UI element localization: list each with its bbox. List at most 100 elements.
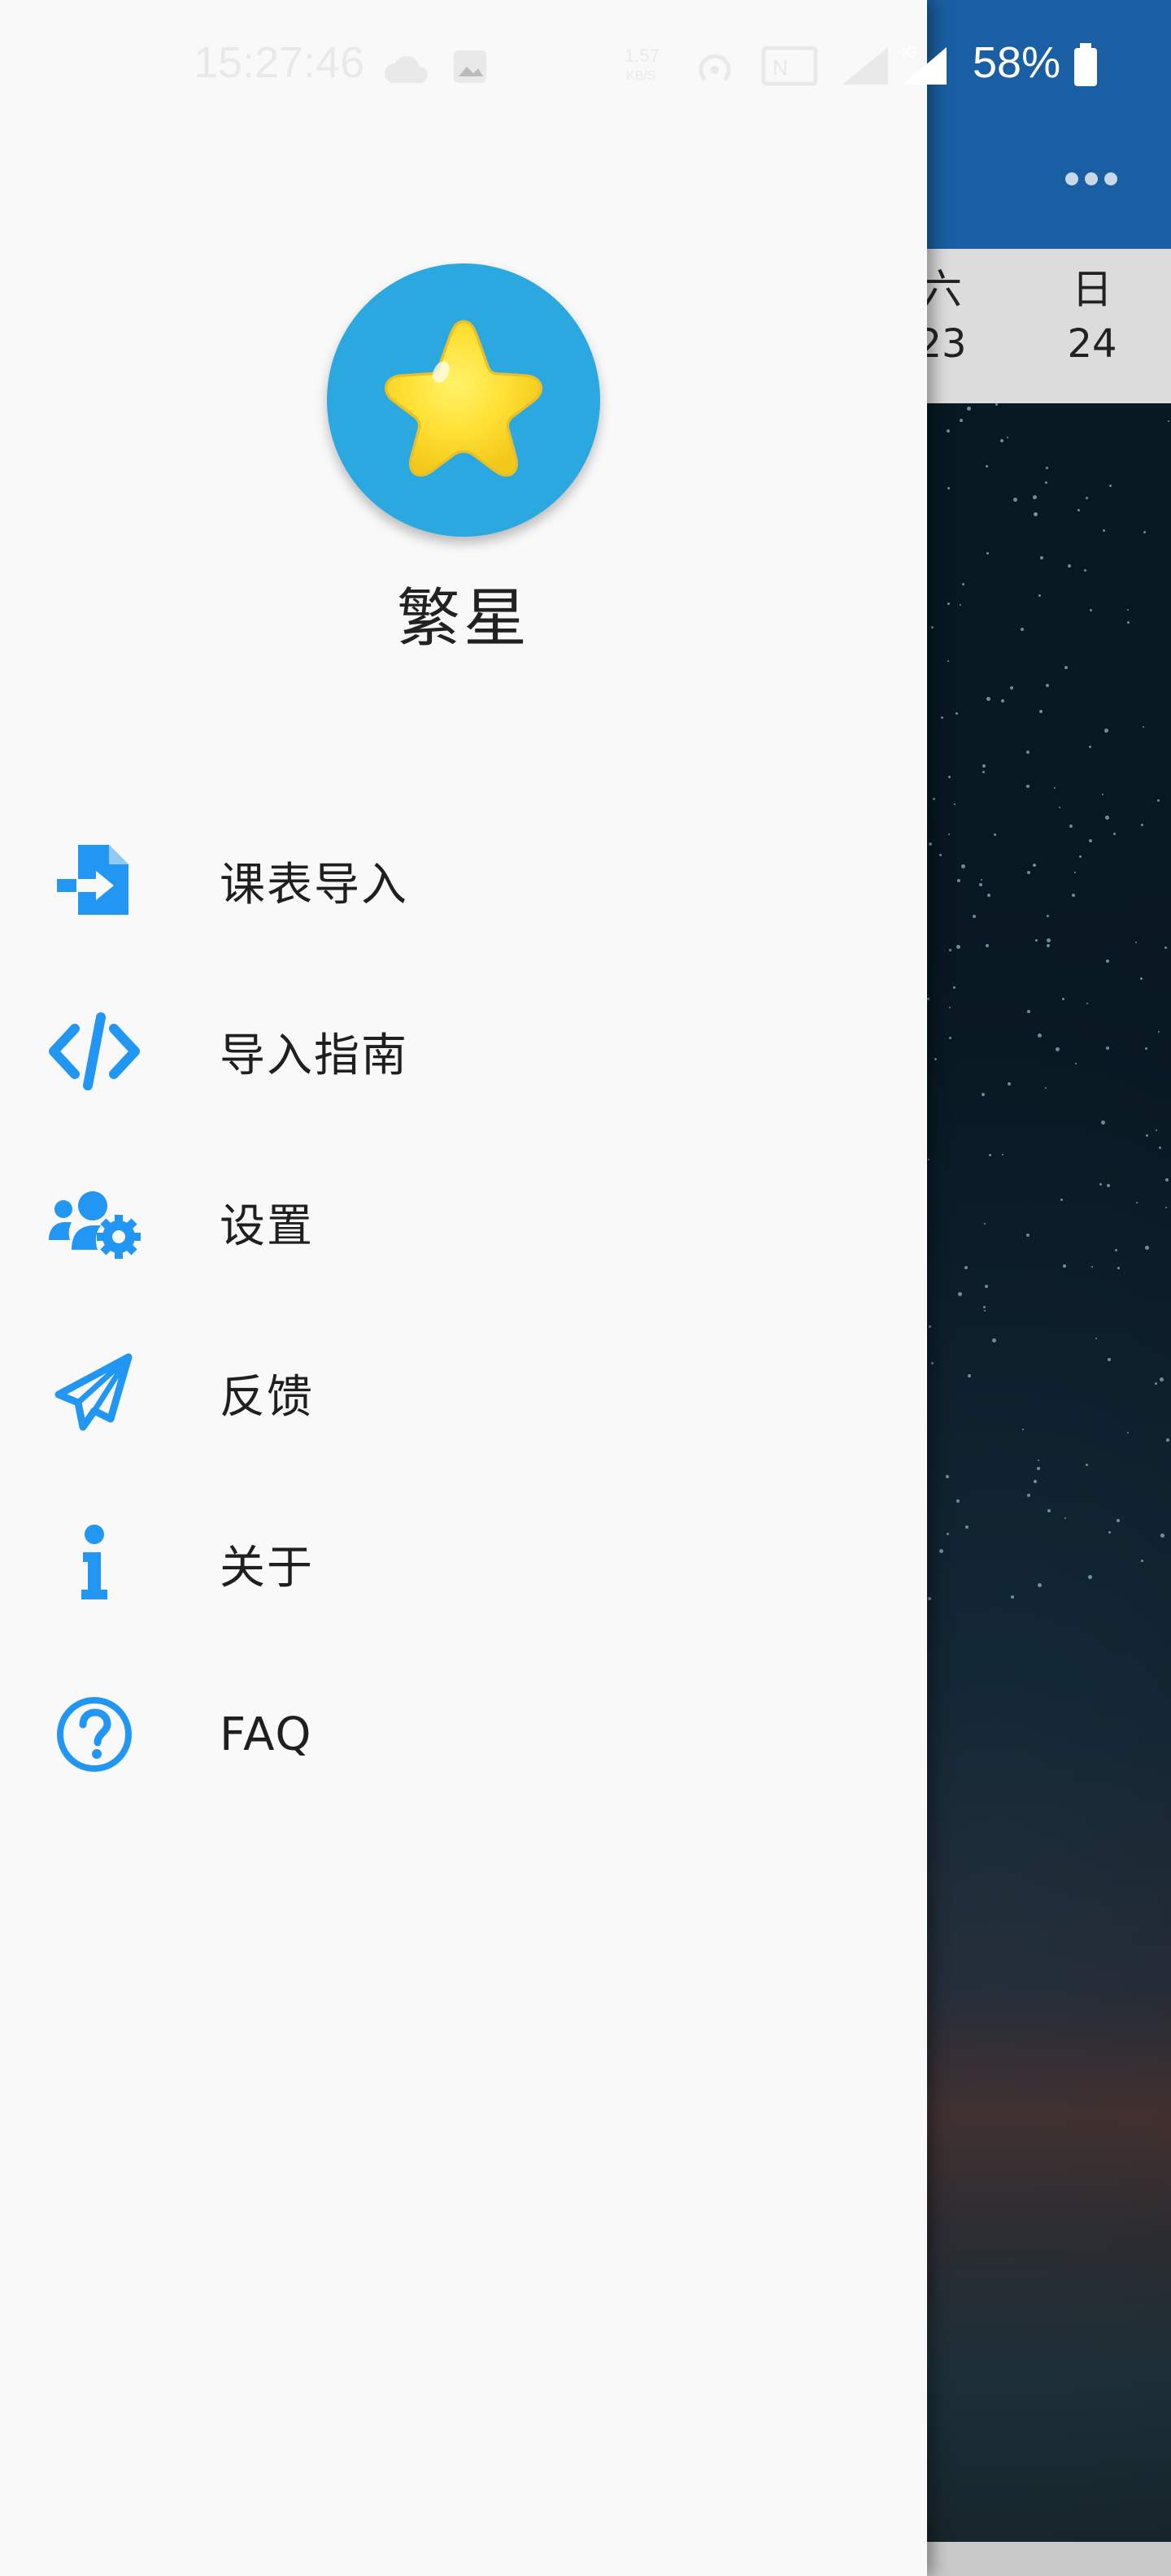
star-dot (988, 1153, 991, 1156)
star-dot (956, 945, 960, 950)
star-dot (1027, 1494, 1031, 1498)
star-dot (1160, 1534, 1164, 1538)
hotspot-icon (699, 54, 731, 81)
star-dot (1088, 1575, 1093, 1580)
star-dot (1068, 564, 1072, 568)
star-dot (985, 1284, 989, 1288)
star-dot (931, 626, 934, 629)
star-dot (1101, 1120, 1106, 1125)
network-speed-icon: 1.57 KB/S (625, 46, 660, 83)
star-dot (1108, 1530, 1112, 1534)
battery-percent: 58% (973, 38, 1061, 87)
status-time: 15:27:46 (194, 38, 365, 87)
star-dot (1001, 699, 1005, 703)
star-dot (956, 879, 960, 883)
menu-item-import-guide[interactable]: 导入指南 (0, 966, 927, 1137)
gallery-icon (454, 50, 486, 83)
star-dot (1117, 1519, 1121, 1523)
star-dot (928, 1159, 930, 1161)
menu-item-feedback[interactable]: 反馈 (0, 1308, 927, 1478)
star-dot (1139, 977, 1143, 981)
star-dot (1008, 1081, 1012, 1086)
star-dot (982, 771, 985, 774)
star-dot (1001, 1154, 1003, 1156)
star-dot (946, 1533, 949, 1536)
star-dot (1033, 863, 1037, 867)
star-dot (1165, 1207, 1168, 1209)
star-dot (1033, 495, 1038, 500)
code-icon (46, 1003, 143, 1100)
star-dot (949, 1007, 951, 1009)
star-dot (956, 1499, 960, 1503)
weekday-date: 24 (1067, 321, 1117, 367)
star-dot (1164, 946, 1167, 950)
star-dot (1109, 485, 1112, 488)
star-dot (929, 1325, 932, 1329)
star-dot (1102, 529, 1105, 532)
menu-item-import-schedule[interactable]: 课表导入 (0, 795, 927, 966)
star-dot (982, 1093, 986, 1097)
star-dot (972, 914, 976, 918)
star-dot (1107, 1184, 1111, 1188)
star-dot (1044, 481, 1047, 485)
star-dot (964, 1265, 968, 1269)
star-dot (1158, 1146, 1161, 1149)
star-dot (1010, 1595, 1014, 1599)
svg-text:KB/S: KB/S (626, 69, 655, 83)
star-dot (960, 603, 962, 606)
star-dot (938, 1548, 943, 1553)
star-dot (965, 1525, 969, 1530)
star-dot (1026, 784, 1030, 788)
star-dot (1112, 832, 1116, 835)
star-dot (1086, 1002, 1088, 1004)
menu-item-label: 课表导入 (220, 858, 408, 912)
menu-item-label: 关于 (220, 1541, 314, 1595)
star-icon (384, 320, 543, 477)
more-options-icon[interactable] (1065, 167, 1122, 191)
star-dot (1038, 1033, 1043, 1038)
star-dot (1072, 893, 1076, 897)
weekday-sunday: 日 24 (1043, 263, 1141, 372)
menu-item-label: FAQ (220, 1708, 313, 1761)
star-dot (983, 1222, 986, 1225)
star-dot (956, 712, 959, 716)
star-dot (1156, 799, 1160, 803)
signal-icon (842, 47, 888, 85)
star-dot (1108, 1357, 1112, 1361)
star-dot (1058, 806, 1060, 808)
star-dot (1143, 725, 1145, 728)
file-import-icon (46, 832, 143, 929)
star-dot (1038, 1459, 1040, 1461)
star-dot (987, 894, 991, 898)
paper-plane-icon (46, 1344, 143, 1442)
star-dot (1105, 1046, 1109, 1050)
star-dot (1034, 1479, 1038, 1483)
star-dot (930, 1362, 934, 1365)
star-dot (1061, 997, 1064, 1000)
menu-item-faq[interactable]: FAQ (0, 1649, 927, 1820)
star-dot (1104, 815, 1109, 820)
star-dot (1062, 1264, 1066, 1268)
star-dot (1037, 1582, 1042, 1587)
star-dot (1085, 496, 1088, 499)
star-dot (1006, 437, 1008, 439)
star-dot (1166, 1438, 1170, 1442)
star-dot (1047, 1508, 1051, 1512)
menu-item-settings[interactable]: 设置 (0, 1137, 927, 1308)
star-dot (1038, 594, 1041, 597)
status-bar: 15:27:46 1.57 KB/S N 4G 58% (0, 0, 1171, 130)
star-dot (1155, 1129, 1157, 1132)
star-dot (1046, 915, 1049, 918)
svg-text:4G: 4G (898, 44, 917, 60)
star-dot (1084, 569, 1087, 572)
battery-icon (1074, 43, 1097, 86)
star-dot (1039, 555, 1043, 559)
star-dot (954, 803, 956, 806)
weekday-name: 日 (1072, 266, 1112, 313)
app-name: 繁星 (396, 582, 530, 655)
star-dot (948, 833, 951, 835)
menu-item-about[interactable]: 关于 (0, 1478, 927, 1649)
star-dot (948, 1037, 951, 1040)
star-dot (1021, 627, 1025, 631)
star-dot (927, 997, 930, 1000)
